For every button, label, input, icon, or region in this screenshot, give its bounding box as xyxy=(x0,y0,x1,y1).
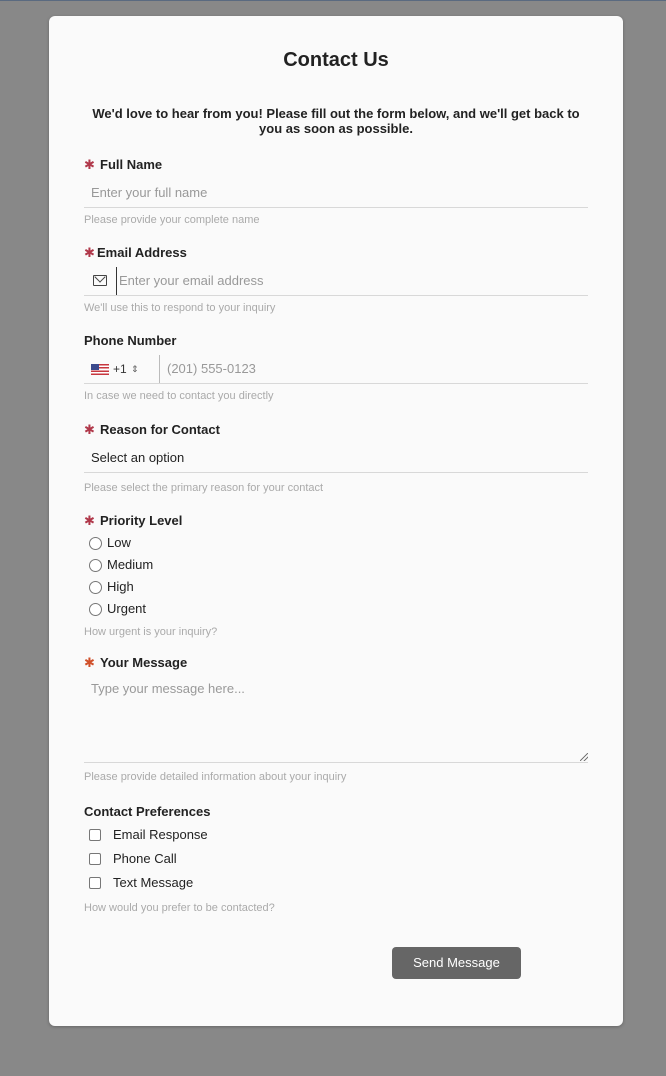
priority-option-high[interactable]: High xyxy=(84,576,588,598)
phone-help: In case we need to contact you directly xyxy=(84,390,274,402)
radio-button[interactable] xyxy=(89,603,102,616)
required-asterisk-icon: ✱ xyxy=(84,422,95,437)
email-divider xyxy=(116,267,117,295)
preferences-label: Contact Preferences xyxy=(84,804,211,819)
message-textarea[interactable]: Type your message here... xyxy=(84,675,588,763)
email-label: ✱ Email Address xyxy=(84,245,187,260)
priority-help: How urgent is your inquiry? xyxy=(84,626,218,638)
priority-radio-group: Low Medium High Urgent xyxy=(84,532,588,620)
phone-label: Phone Number xyxy=(84,333,177,348)
form-intro: We'd love to hear from you! Please fill … xyxy=(92,106,580,136)
message-label: ✱ Your Message xyxy=(84,655,188,670)
full-name-field: ✱ Full Name Enter your full name Please p… xyxy=(84,157,588,227)
email-input[interactable]: Enter your email address xyxy=(84,267,588,296)
phone-input[interactable]: (201) 555-0123 xyxy=(167,355,256,383)
email-placeholder: Enter your email address xyxy=(119,273,264,288)
radio-button[interactable] xyxy=(89,581,102,594)
required-asterisk-icon: ✱ xyxy=(84,245,95,260)
resize-handle-icon[interactable] xyxy=(580,753,588,761)
reason-selected-value: Select an option xyxy=(91,450,185,465)
full-name-help: Please provide your complete name xyxy=(84,214,260,226)
reason-help: Please select the primary reason for you… xyxy=(84,482,324,494)
priority-field: ✱ Priority Level Low Medium High Urgent H… xyxy=(84,513,588,639)
preferences-field: Contact Preferences Email Response Phone… xyxy=(84,804,588,915)
page-title: Contact Us xyxy=(283,49,389,71)
message-field: ✱ Your Message Type your message here... … xyxy=(84,655,588,784)
phone-divider xyxy=(159,355,160,383)
message-placeholder: Type your message here... xyxy=(91,681,245,696)
reason-select[interactable]: Select an option xyxy=(84,444,588,473)
priority-option-medium[interactable]: Medium xyxy=(84,554,588,576)
radio-button[interactable] xyxy=(89,559,102,572)
full-name-placeholder: Enter your full name xyxy=(91,185,208,200)
us-flag-icon[interactable] xyxy=(91,364,109,375)
checkbox[interactable] xyxy=(89,877,101,889)
reason-field: ✱ Reason for Contact Select an option Ple… xyxy=(84,422,588,495)
send-message-button[interactable]: Send Message xyxy=(392,947,521,979)
phone-field: Phone Number +1 ⇕ (201) 555-0123 In case… xyxy=(84,333,588,403)
full-name-label: ✱ Full Name xyxy=(84,157,163,172)
priority-option-urgent[interactable]: Urgent xyxy=(84,598,588,620)
message-help: Please provide detailed information abou… xyxy=(84,771,347,783)
phone-input-group: +1 ⇕ (201) 555-0123 xyxy=(84,355,588,384)
reason-label: ✱ Reason for Contact xyxy=(84,422,220,437)
preference-text-message[interactable]: Text Message xyxy=(84,871,588,895)
country-code[interactable]: +1 xyxy=(113,355,127,383)
country-select-chevron-icon[interactable]: ⇕ xyxy=(131,355,139,383)
radio-button[interactable] xyxy=(89,537,102,550)
preference-email-response[interactable]: Email Response xyxy=(84,823,588,847)
required-asterisk-icon: ✱ xyxy=(84,655,95,670)
email-help: We'll use this to respond to your inquir… xyxy=(84,302,276,314)
preferences-checkbox-group: Email Response Phone Call Text Message xyxy=(84,823,588,895)
checkbox[interactable] xyxy=(89,853,101,865)
priority-option-low[interactable]: Low xyxy=(84,532,588,554)
required-asterisk-icon: ✱ xyxy=(84,513,95,528)
preference-phone-call[interactable]: Phone Call xyxy=(84,847,588,871)
contact-form-card: Contact Us We'd love to hear from you! P… xyxy=(49,16,623,1026)
priority-label: ✱ Priority Level xyxy=(84,513,183,528)
email-field: ✱ Email Address Enter your email address … xyxy=(84,245,588,315)
mail-icon xyxy=(93,275,107,286)
full-name-input[interactable]: Enter your full name xyxy=(84,179,588,208)
checkbox[interactable] xyxy=(89,829,101,841)
required-asterisk-icon: ✱ xyxy=(84,157,95,172)
preferences-help: How would you prefer to be contacted? xyxy=(84,902,275,914)
